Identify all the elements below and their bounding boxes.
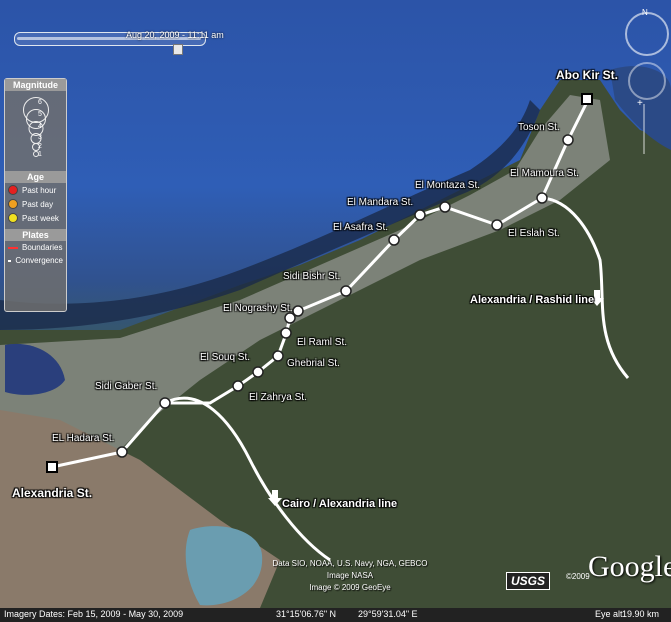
station-label: El Montaza St. xyxy=(415,180,481,191)
station-marker xyxy=(232,380,244,392)
station-label: Ghebrial St. xyxy=(287,358,340,369)
legend-plates-title: Plates xyxy=(5,229,66,241)
station-label: El Asafra St. xyxy=(333,222,389,233)
station-label: El Mandara St. xyxy=(347,197,414,208)
station-marker xyxy=(414,209,426,221)
station-label: EL Hadara St. xyxy=(52,433,115,444)
legend-panel: Magnitude 654321 Age Past hour Past day … xyxy=(4,78,67,312)
convergence-line-icon xyxy=(8,259,12,262)
station-marker xyxy=(562,134,574,146)
station-marker xyxy=(280,327,292,339)
data-credit: Data SIO, NOAA, U.S. Navy, NGA, GEBCO xyxy=(272,559,428,568)
age-item: Past day xyxy=(5,197,66,211)
terminal-marker xyxy=(581,93,593,105)
magnitude-level-label: 3 xyxy=(38,134,42,141)
magnitude-level-label: 5 xyxy=(38,111,42,118)
magnitude-level-label: 1 xyxy=(38,151,42,158)
boundary-line-icon xyxy=(8,246,18,249)
station-marker xyxy=(252,366,264,378)
age-dot xyxy=(8,199,18,209)
eye-alt-label: Eye alt xyxy=(595,609,623,619)
station-marker xyxy=(292,305,304,317)
line-label: Cairo / Alexandria line xyxy=(282,498,398,510)
magnitude-level-label: 6 xyxy=(38,99,42,106)
zoom-in-icon[interactable]: + xyxy=(637,98,643,109)
magnitude-level-label: 4 xyxy=(38,123,42,130)
legend-magnitude-title: Magnitude xyxy=(5,79,66,91)
compass-ring[interactable] xyxy=(625,12,669,56)
terrain-layer xyxy=(0,66,671,622)
line-label: Alexandria / Rashid line xyxy=(470,294,595,306)
magnitude-level-label: 2 xyxy=(38,143,42,150)
plates-item: Convergence xyxy=(5,254,66,267)
station-marker xyxy=(272,350,284,362)
age-label: Past day xyxy=(22,199,54,209)
station-label: El Nograshy St. xyxy=(223,303,293,314)
plates-label: Convergence xyxy=(15,256,63,265)
eye-alt-value: 19.90 km xyxy=(622,609,660,619)
navigation-control[interactable]: N + xyxy=(623,6,669,156)
time-slider-handle[interactable] xyxy=(173,44,183,55)
terminal-label: Alexandria St. xyxy=(12,486,93,500)
age-item: Past week xyxy=(5,211,66,225)
station-label: El Zahrya St. xyxy=(249,392,307,403)
latitude-readout: 31°15'06.76" N xyxy=(276,609,337,619)
time-slider-date: Aug 20, 2009 - 11:11 am xyxy=(126,30,224,40)
age-dot xyxy=(8,213,18,223)
station-marker xyxy=(116,446,128,458)
station-label: Toson St. xyxy=(518,122,560,133)
status-bar: Imagery Dates: Feb 15, 2009 - May 30, 20… xyxy=(0,608,671,622)
station-label: El Souq St. xyxy=(200,352,251,363)
station-marker xyxy=(439,201,451,213)
station-marker xyxy=(388,234,400,246)
usgs-logo: USGS xyxy=(506,572,550,590)
station-marker xyxy=(491,219,503,231)
zoom-slider[interactable] xyxy=(643,104,645,154)
copyright-text: ©2009 xyxy=(566,572,590,581)
geoeye-credit: Image © 2009 GeoEye xyxy=(309,583,391,592)
image-credit: Image NASA xyxy=(326,571,374,580)
terminal-label: Abo Kir St. xyxy=(556,68,618,82)
satellite-map[interactable]: Aug 20, 2009 - 11:11 am Magnitude 654321… xyxy=(0,0,671,622)
age-label: Past hour xyxy=(22,185,57,195)
station-label: El Raml St. xyxy=(297,337,348,348)
plates-label: Boundaries xyxy=(22,243,63,252)
longitude-readout: 29°59'31.04" E xyxy=(358,609,418,619)
age-label: Past week xyxy=(22,213,59,223)
google-logo: Google xyxy=(588,550,671,583)
legend-age-title: Age xyxy=(5,171,66,183)
plates-item: Boundaries xyxy=(5,241,66,254)
age-dot xyxy=(8,185,18,195)
station-marker xyxy=(340,285,352,297)
north-indicator: N xyxy=(642,8,648,17)
station-label: El Eslah St. xyxy=(508,228,560,239)
age-item: Past hour xyxy=(5,183,66,197)
imagery-dates: Imagery Dates: Feb 15, 2009 - May 30, 20… xyxy=(4,609,184,619)
station-label: Sidi Gaber St. xyxy=(95,381,158,392)
station-marker xyxy=(159,397,171,409)
station-label: Sidi Bishr St. xyxy=(283,271,341,282)
magnitude-scale: 6 5 4 3 21 xyxy=(5,91,66,171)
station-label: El Mamoura St. xyxy=(510,168,579,179)
station-marker xyxy=(536,192,548,204)
terminal-marker xyxy=(46,461,58,473)
pan-ring[interactable] xyxy=(628,62,666,100)
